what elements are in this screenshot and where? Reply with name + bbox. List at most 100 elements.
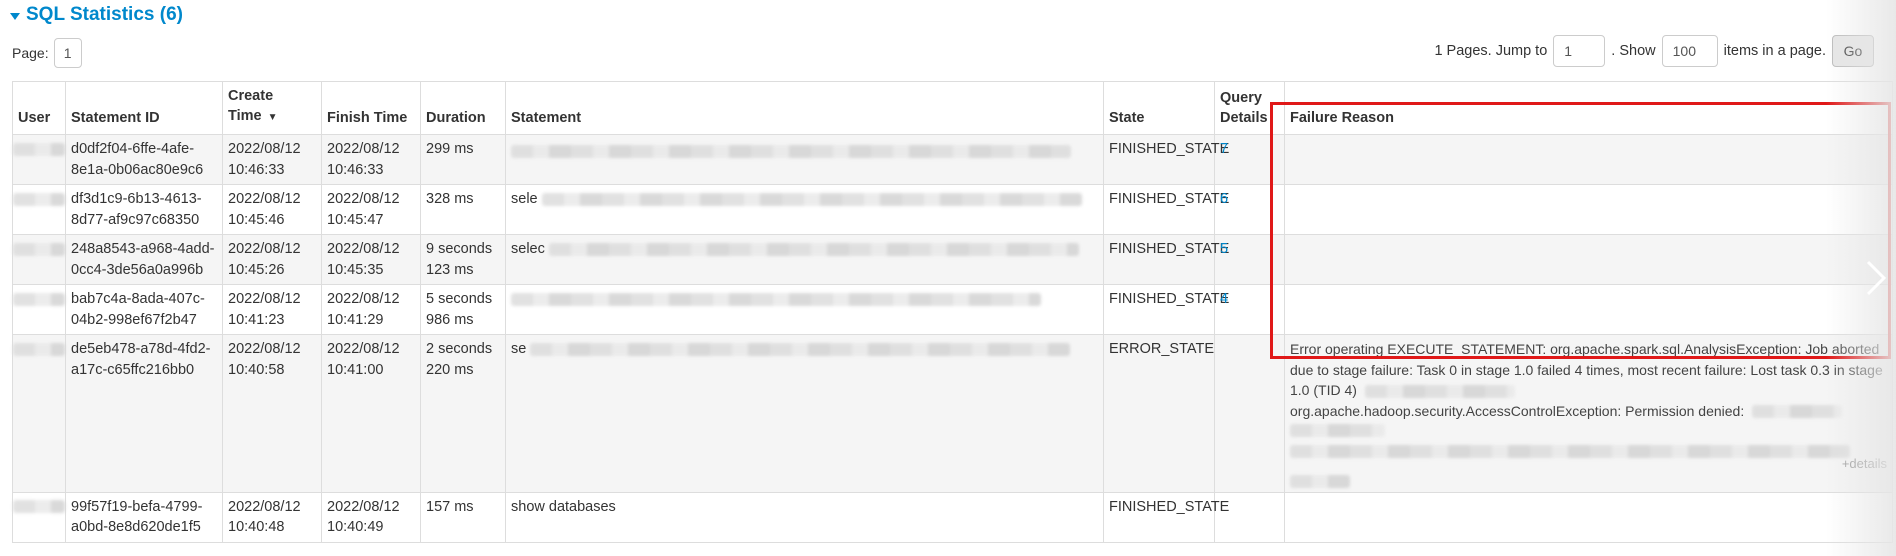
cell-duration: 328 ms bbox=[420, 184, 506, 235]
cell-duration: 299 ms bbox=[420, 134, 506, 185]
redacted-statement bbox=[530, 342, 1071, 356]
page-number-1[interactable]: 1 bbox=[53, 38, 82, 68]
pages-text: 1 Pages. Jump to bbox=[1434, 43, 1548, 59]
cell-statement-id: 99f57f19-befa-4799-a0bd-8e8d620de1f5 bbox=[65, 491, 223, 543]
header-state[interactable]: State bbox=[1103, 81, 1215, 135]
cell-statement-id: de5eb478-a78d-4fd2-a17c-c65ffc216bb0 bbox=[65, 334, 223, 493]
cell-duration: 157 ms bbox=[420, 491, 506, 543]
statement-text: sele bbox=[511, 191, 538, 207]
sort-desc-icon: ▼ bbox=[267, 112, 278, 123]
cell-failure-reason bbox=[1284, 134, 1893, 185]
cell-user bbox=[12, 234, 66, 285]
cell-user bbox=[12, 491, 66, 543]
pager-controls: 1 Pages. Jump to . Show items in a page.… bbox=[1434, 35, 1874, 67]
cell-user bbox=[12, 284, 66, 335]
go-button[interactable]: Go bbox=[1832, 35, 1874, 67]
table-row: df3d1c9-6b13-4613-8d77-af9c97c68350 2022… bbox=[12, 184, 1893, 235]
table-row: 99f57f19-befa-4799-a0bd-8e8d620de1f5 202… bbox=[12, 491, 1893, 543]
cell-failure-reason bbox=[1284, 184, 1893, 235]
redacted-statement bbox=[548, 242, 1079, 256]
sql-statistics-toggle[interactable]: SQL Statistics (6) bbox=[10, 2, 183, 28]
jump-to-page-input[interactable] bbox=[1553, 35, 1606, 67]
sql-statistics-table: User Statement ID Create Time ▼ Finish Ti… bbox=[12, 81, 1893, 543]
redacted-failure-detail bbox=[1752, 405, 1843, 419]
cell-statement-id: 248a8543-a968-4add-0cc4-3de56a0a996b bbox=[65, 234, 223, 285]
cell-statement-id: bab7c4a-8ada-407c-04b2-998ef67f2b47 bbox=[65, 284, 223, 335]
cell-state: FINISHED_STATE bbox=[1103, 234, 1229, 285]
cell-query-details: 7 bbox=[1214, 134, 1285, 185]
redacted-failure-detail bbox=[1290, 474, 1350, 488]
cell-failure-reason bbox=[1284, 491, 1893, 543]
cell-failure-reason bbox=[1284, 284, 1893, 335]
query-details-link[interactable]: 7 bbox=[1220, 141, 1228, 157]
cell-statement: show databases bbox=[505, 491, 1104, 543]
cell-create-time: 2022/08/12 10:40:48 bbox=[222, 491, 322, 543]
cell-create-time: 2022/08/12 10:41:23 bbox=[222, 284, 322, 335]
cell-user bbox=[12, 334, 66, 493]
query-details-link[interactable]: 4 bbox=[1220, 291, 1228, 307]
cell-state: FINISHED_STATE bbox=[1103, 184, 1229, 235]
cell-finish-time: 2022/08/12 10:41:29 bbox=[321, 284, 421, 335]
cell-state: FINISHED_STATE bbox=[1103, 134, 1229, 185]
cell-duration: 9 seconds 123 ms bbox=[420, 234, 506, 285]
chevron-right-icon[interactable] bbox=[1862, 258, 1890, 298]
query-details-link[interactable]: 6 bbox=[1220, 191, 1228, 207]
table-row: de5eb478-a78d-4fd2-a17c-c65ffc216bb0 202… bbox=[12, 334, 1893, 493]
statement-text: se bbox=[511, 341, 527, 357]
page-size-input[interactable] bbox=[1661, 35, 1718, 67]
cell-statement bbox=[505, 284, 1104, 335]
page-label: Page: bbox=[12, 45, 49, 61]
header-failure-reason[interactable]: Failure Reason bbox=[1284, 81, 1893, 135]
cell-user bbox=[12, 134, 66, 185]
redacted-failure-detail bbox=[1290, 424, 1385, 437]
redacted-user bbox=[13, 242, 65, 256]
cell-finish-time: 2022/08/12 10:46:33 bbox=[321, 134, 421, 185]
cell-finish-time: 2022/08/12 10:45:35 bbox=[321, 234, 421, 285]
cell-state: FINISHED_STATE bbox=[1103, 284, 1229, 335]
cell-finish-time: 2022/08/12 10:40:49 bbox=[321, 491, 421, 543]
redacted-user bbox=[13, 500, 65, 514]
header-user[interactable]: User bbox=[12, 81, 66, 135]
failure-reason-exception: org.apache.hadoop.security.AccessControl… bbox=[1290, 402, 1745, 419]
header-statement[interactable]: Statement bbox=[505, 81, 1104, 135]
redacted-user bbox=[13, 142, 65, 156]
cell-query-details bbox=[1214, 334, 1285, 493]
cell-finish-time: 2022/08/12 10:41:00 bbox=[321, 334, 421, 493]
header-query-details[interactable]: Query Details bbox=[1214, 81, 1285, 135]
cell-statement-id: df3d1c9-6b13-4613-8d77-af9c97c68350 bbox=[65, 184, 223, 235]
cell-create-time: 2022/08/12 10:46:33 bbox=[222, 134, 322, 185]
show-label: . Show bbox=[1611, 43, 1656, 59]
pager-top-left: Page: 1 bbox=[12, 38, 82, 68]
statement-text: selec bbox=[511, 241, 545, 257]
create-time-label: Create Time bbox=[228, 88, 274, 124]
redacted-failure-detail bbox=[1290, 445, 1850, 458]
redacted-user bbox=[13, 342, 65, 356]
redacted-statement bbox=[511, 292, 1041, 306]
cell-user bbox=[12, 184, 66, 235]
cell-statement: selec bbox=[505, 234, 1104, 285]
cell-create-time: 2022/08/12 10:45:46 bbox=[222, 184, 322, 235]
query-details-link[interactable]: 5 bbox=[1220, 241, 1228, 257]
cell-statement: se bbox=[505, 334, 1104, 493]
cell-statement-id: d0df2f04-6ffe-4afe-8e1a-0b06ac80e9c6 bbox=[65, 134, 223, 185]
cell-create-time: 2022/08/12 10:40:58 bbox=[222, 334, 322, 493]
cell-duration: 2 seconds 220 ms bbox=[420, 334, 506, 493]
header-duration[interactable]: Duration bbox=[420, 81, 506, 135]
redacted-user bbox=[13, 192, 65, 206]
header-create-time[interactable]: Create Time ▼ bbox=[222, 81, 322, 135]
cell-query-details: 5 bbox=[1214, 234, 1285, 285]
header-statement-id[interactable]: Statement ID bbox=[65, 81, 223, 135]
header-finish-time[interactable]: Finish Time bbox=[321, 81, 421, 135]
cell-query-details: 6 bbox=[1214, 184, 1285, 235]
cell-state: ERROR_STATE bbox=[1103, 334, 1215, 493]
section-title: SQL Statistics (6) bbox=[26, 4, 183, 25]
table-row: bab7c4a-8ada-407c-04b2-998ef67f2b47 2022… bbox=[12, 284, 1893, 335]
cell-query-details: 4 bbox=[1214, 284, 1285, 335]
redacted-failure-detail bbox=[1364, 384, 1515, 398]
cell-finish-time: 2022/08/12 10:45:47 bbox=[321, 184, 421, 235]
redacted-statement bbox=[541, 192, 1082, 206]
cell-failure-reason bbox=[1284, 234, 1893, 285]
items-label: items in a page. bbox=[1723, 43, 1826, 59]
caret-down-icon bbox=[10, 12, 20, 20]
redacted-user bbox=[13, 292, 65, 306]
